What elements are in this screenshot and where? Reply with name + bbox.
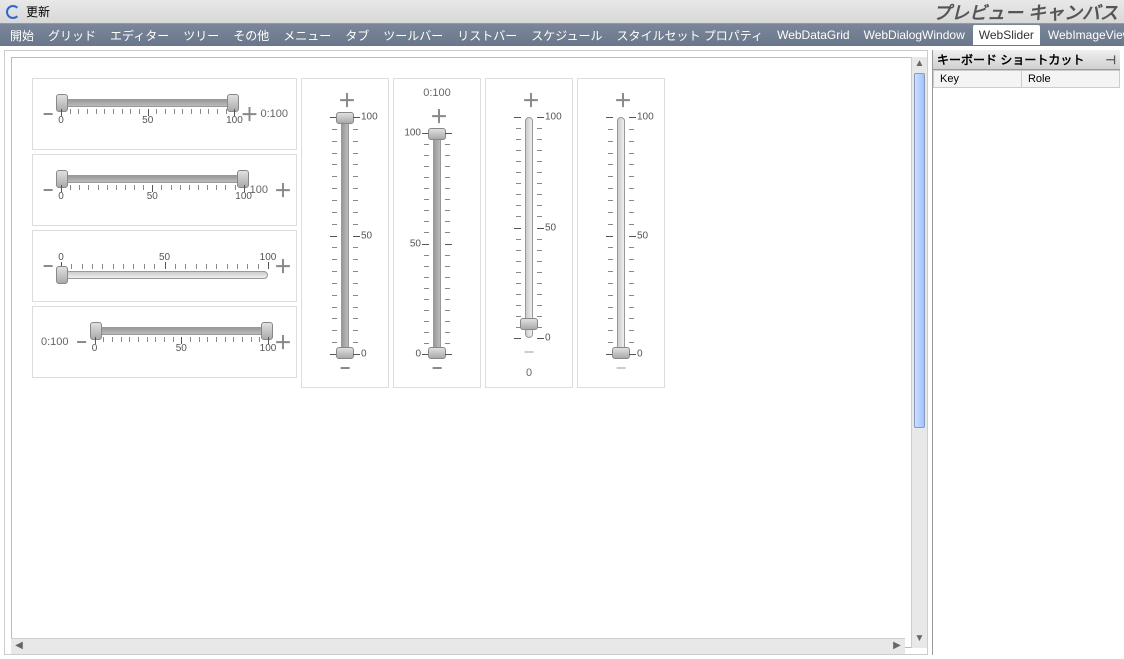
value-label: 0:100 bbox=[41, 336, 69, 348]
value-label: 0 bbox=[526, 367, 532, 379]
slider-track[interactable] bbox=[433, 133, 441, 354]
window-title: 更新 bbox=[26, 3, 50, 20]
plus-button[interactable]: ＋ bbox=[338, 87, 352, 113]
col-key[interactable]: Key bbox=[934, 71, 1022, 88]
minus-button[interactable]: − bbox=[614, 358, 628, 379]
slider-track[interactable] bbox=[525, 117, 533, 338]
slider-v2: 0:100 ＋ 100500 − bbox=[393, 78, 481, 388]
scroll-left-icon[interactable]: ◀ bbox=[11, 639, 27, 654]
scroll-right-icon[interactable]: ▶ bbox=[889, 639, 905, 654]
slider-h3: − 050100 ＋ bbox=[32, 230, 297, 302]
scroll-up-icon[interactable]: ▲ bbox=[912, 57, 927, 73]
minus-button[interactable]: − bbox=[41, 180, 55, 201]
slider-track[interactable] bbox=[61, 271, 268, 279]
plus-button[interactable]: ＋ bbox=[430, 103, 444, 129]
minus-button[interactable]: − bbox=[75, 332, 89, 353]
plus-button[interactable]: ＋ bbox=[614, 87, 628, 113]
title-bar: 更新 プレビュー キャンバス bbox=[0, 0, 1124, 24]
minus-button[interactable]: − bbox=[41, 256, 55, 277]
tab-bar: 開始 グリッド エディター ツリー その他 メニュー タブ ツールバー リストバ… bbox=[0, 24, 1124, 46]
slider-v4: ＋ 100500 − bbox=[577, 78, 665, 388]
value-label: 0:100 bbox=[260, 108, 288, 120]
slider-track[interactable] bbox=[95, 327, 268, 335]
tab-menu[interactable]: メニュー bbox=[277, 24, 337, 47]
minus-button[interactable]: − bbox=[522, 342, 536, 363]
slider-track[interactable] bbox=[61, 175, 244, 183]
tab-other[interactable]: その他 bbox=[227, 24, 275, 47]
slider-thumb[interactable] bbox=[56, 266, 68, 284]
slider-thumb[interactable] bbox=[520, 318, 538, 330]
canvas-inner: − 050100 ＋ 0:100 bbox=[11, 57, 921, 648]
shortcuts-panel: キーボード ショートカット ⊣ Key Role bbox=[932, 50, 1120, 655]
value-label: 100 bbox=[250, 184, 268, 196]
canvas-title: プレビュー キャンバス bbox=[933, 0, 1118, 25]
minus-button[interactable]: − bbox=[338, 358, 352, 379]
slider-track[interactable] bbox=[617, 117, 625, 354]
slider-h2: − 050100 100 ＋ bbox=[32, 154, 297, 226]
shortcuts-title: キーボード ショートカット bbox=[937, 51, 1084, 68]
tab-webimageviewer[interactable]: WebImageViewer bbox=[1042, 25, 1124, 45]
value-label: 0:100 bbox=[423, 87, 451, 99]
tab-toolbar[interactable]: ツールバー bbox=[377, 24, 449, 47]
slider-thumb[interactable] bbox=[612, 347, 630, 359]
slider-v3: ＋ 100500 − 0 bbox=[485, 78, 573, 388]
slider-track[interactable] bbox=[341, 117, 349, 354]
slider-thumb[interactable] bbox=[428, 347, 446, 359]
slider-thumb[interactable] bbox=[336, 112, 354, 124]
tab-tree[interactable]: ツリー bbox=[177, 24, 225, 47]
refresh-icon bbox=[6, 5, 20, 19]
tab-webdialogwindow[interactable]: WebDialogWindow bbox=[858, 25, 971, 45]
tab-start[interactable]: 開始 bbox=[4, 24, 40, 47]
slider-h4: 0:100 − 050100 ＋ bbox=[32, 306, 297, 378]
slider-thumb[interactable] bbox=[428, 128, 446, 140]
scrollbar-thumb[interactable] bbox=[914, 73, 925, 428]
tab-tab[interactable]: タブ bbox=[339, 24, 375, 47]
tab-webdatagrid[interactable]: WebDataGrid bbox=[771, 25, 855, 45]
tab-webslider[interactable]: WebSlider bbox=[973, 25, 1040, 45]
slider-track[interactable] bbox=[61, 99, 234, 107]
tab-editor[interactable]: エディター bbox=[104, 24, 175, 47]
minus-button[interactable]: − bbox=[41, 104, 55, 125]
canvas-panel: − 050100 ＋ 0:100 bbox=[4, 50, 928, 655]
scrollbar-vertical[interactable]: ▲ ▼ bbox=[911, 57, 927, 648]
minus-button[interactable]: − bbox=[430, 358, 444, 379]
tab-schedule[interactable]: スケジュール bbox=[525, 24, 608, 47]
slider-thumb[interactable] bbox=[336, 347, 354, 359]
col-role[interactable]: Role bbox=[1021, 71, 1119, 88]
slider-h1: − 050100 ＋ 0:100 bbox=[32, 78, 297, 150]
tab-styleset[interactable]: スタイルセット プロパティ bbox=[610, 24, 769, 47]
shortcuts-table: Key Role bbox=[933, 70, 1120, 88]
tab-grid[interactable]: グリッド bbox=[42, 24, 102, 47]
tab-listbar[interactable]: リストバー bbox=[451, 24, 523, 47]
slider-v1: ＋ 100500 − bbox=[301, 78, 389, 388]
scrollbar-horizontal[interactable]: ◀ ▶ bbox=[11, 638, 905, 654]
plus-button[interactable]: ＋ bbox=[274, 177, 288, 203]
plus-button[interactable]: ＋ bbox=[522, 87, 536, 113]
scroll-down-icon[interactable]: ▼ bbox=[912, 632, 927, 648]
shortcuts-header: キーボード ショートカット ⊣ bbox=[933, 50, 1120, 70]
pin-icon[interactable]: ⊣ bbox=[1106, 53, 1116, 67]
